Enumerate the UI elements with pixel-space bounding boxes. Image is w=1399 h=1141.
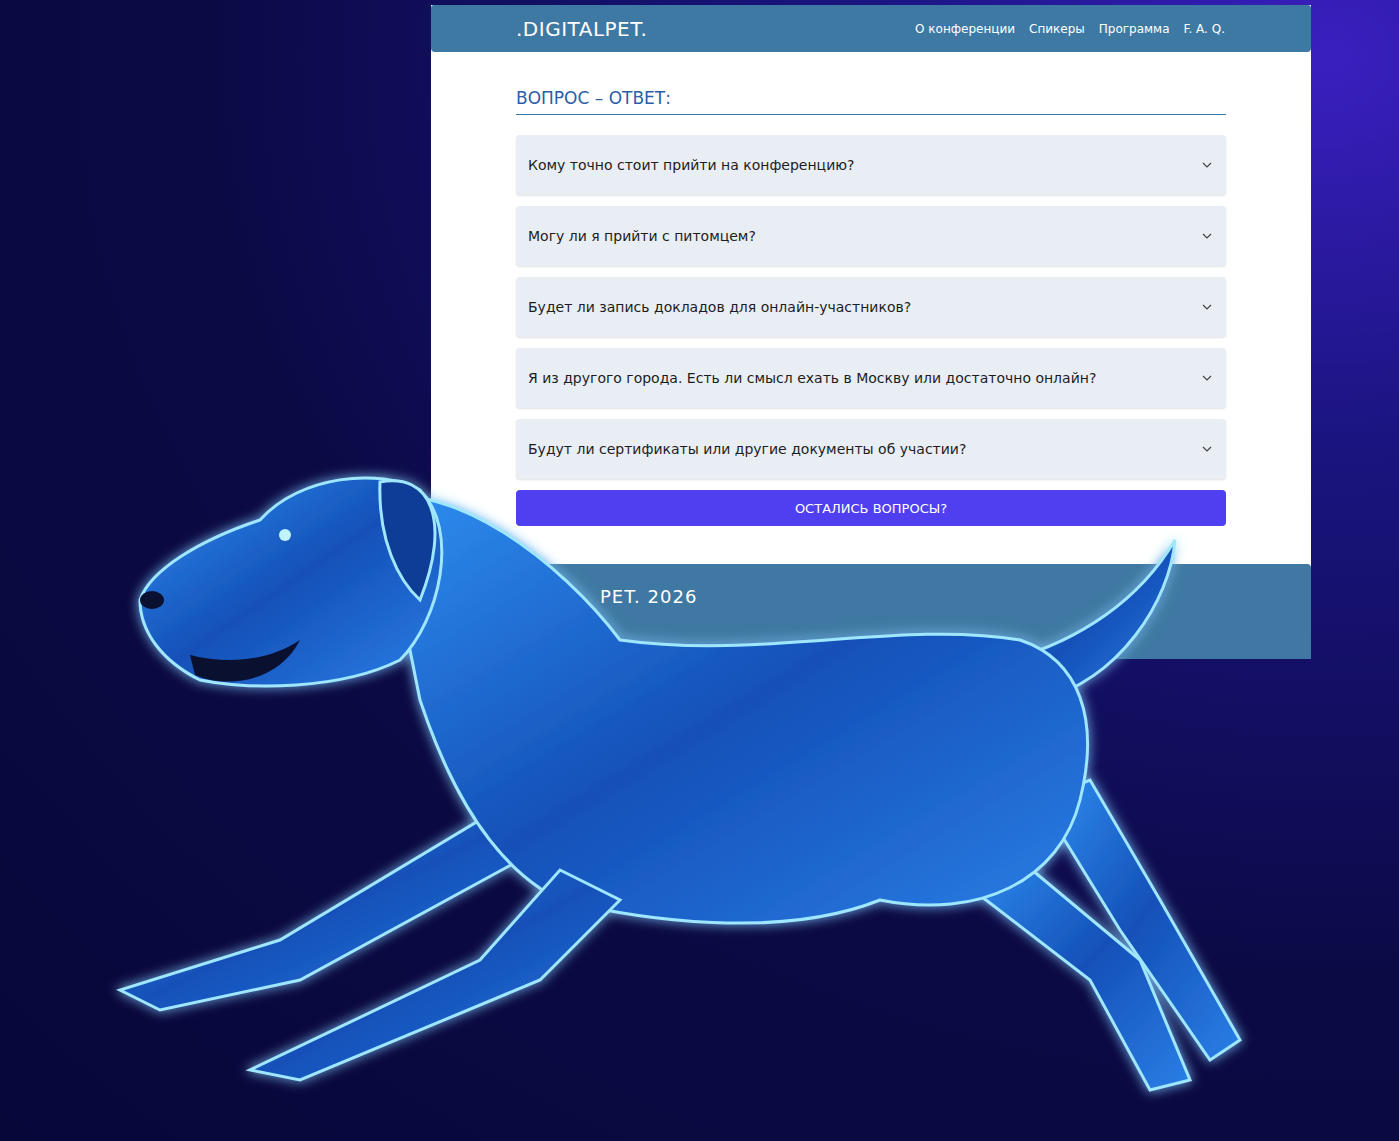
logo[interactable]: .DIGITALPET. (516, 17, 647, 41)
page: .DIGITALPET. О конференции Спикеры Программ… (0, 0, 1399, 1141)
faq-item[interactable]: Будет ли запись докладов для онлайн-учас… (516, 277, 1226, 337)
questions-button[interactable]: ОСТАЛИСЬ ВОПРОСЫ? (516, 490, 1226, 526)
nav-item[interactable]: Программа (1099, 22, 1170, 36)
faq-list: Кому точно стоит прийти на конференцию? М… (516, 135, 1226, 526)
chevron-down-icon (1202, 446, 1212, 452)
site-header: .DIGITALPET. О конференции Спикеры Программ… (431, 5, 1311, 52)
nav-item[interactable]: Спикеры (1029, 22, 1085, 36)
chevron-down-icon (1202, 233, 1212, 239)
faq-title: ВОПРОС – ОТВЕТ: (516, 88, 1226, 115)
chevron-down-icon (1202, 162, 1212, 168)
nav-item[interactable]: F. A. Q. (1184, 22, 1226, 36)
chevron-down-icon (1202, 375, 1212, 381)
faq-item[interactable]: Кому точно стоит прийти на конференцию? (516, 135, 1226, 195)
dog-picture (0, 0, 1399, 1141)
site-window: .DIGITALPET. О конференции Спикеры Программ… (431, 5, 1311, 659)
chevron-down-icon (1202, 304, 1212, 310)
footer-title: PET. 2026 (600, 586, 1311, 607)
faq-question: Могу ли я прийти с питомцем? (528, 228, 756, 244)
nav: О конференции Спикеры Программа F. A. Q. (915, 22, 1225, 36)
faq-question: Будет ли запись докладов для онлайн-учас… (528, 299, 911, 315)
faq-item[interactable]: Могу ли я прийти с питомцем? (516, 206, 1226, 266)
faq-question: Кому точно стоит прийти на конференцию? (528, 157, 854, 173)
faq-question: Будут ли сертификаты или другие документ… (528, 441, 966, 457)
faq-item[interactable]: Будут ли сертификаты или другие документ… (516, 419, 1226, 479)
site-footer: PET. 2026 (431, 564, 1311, 659)
nav-item[interactable]: О конференции (915, 22, 1015, 36)
faq-item[interactable]: Я из другого города. Есть ли смысл ехать… (516, 348, 1226, 408)
faq-section: ВОПРОС – ОТВЕТ: Кому точно стоит прийти н… (431, 52, 1311, 564)
faq-question: Я из другого города. Есть ли смысл ехать… (528, 370, 1096, 386)
